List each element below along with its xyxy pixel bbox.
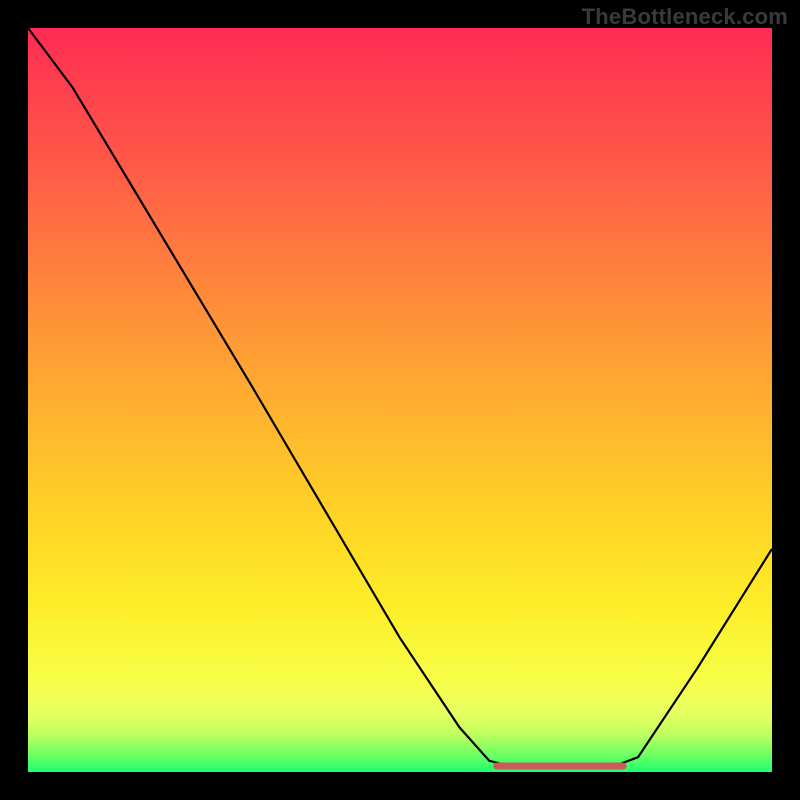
plot-area (28, 28, 772, 772)
bottleneck-curve (28, 28, 772, 768)
curve-svg (28, 28, 772, 772)
chart-frame: TheBottleneck.com (0, 0, 800, 800)
watermark-text: TheBottleneck.com (582, 4, 788, 30)
